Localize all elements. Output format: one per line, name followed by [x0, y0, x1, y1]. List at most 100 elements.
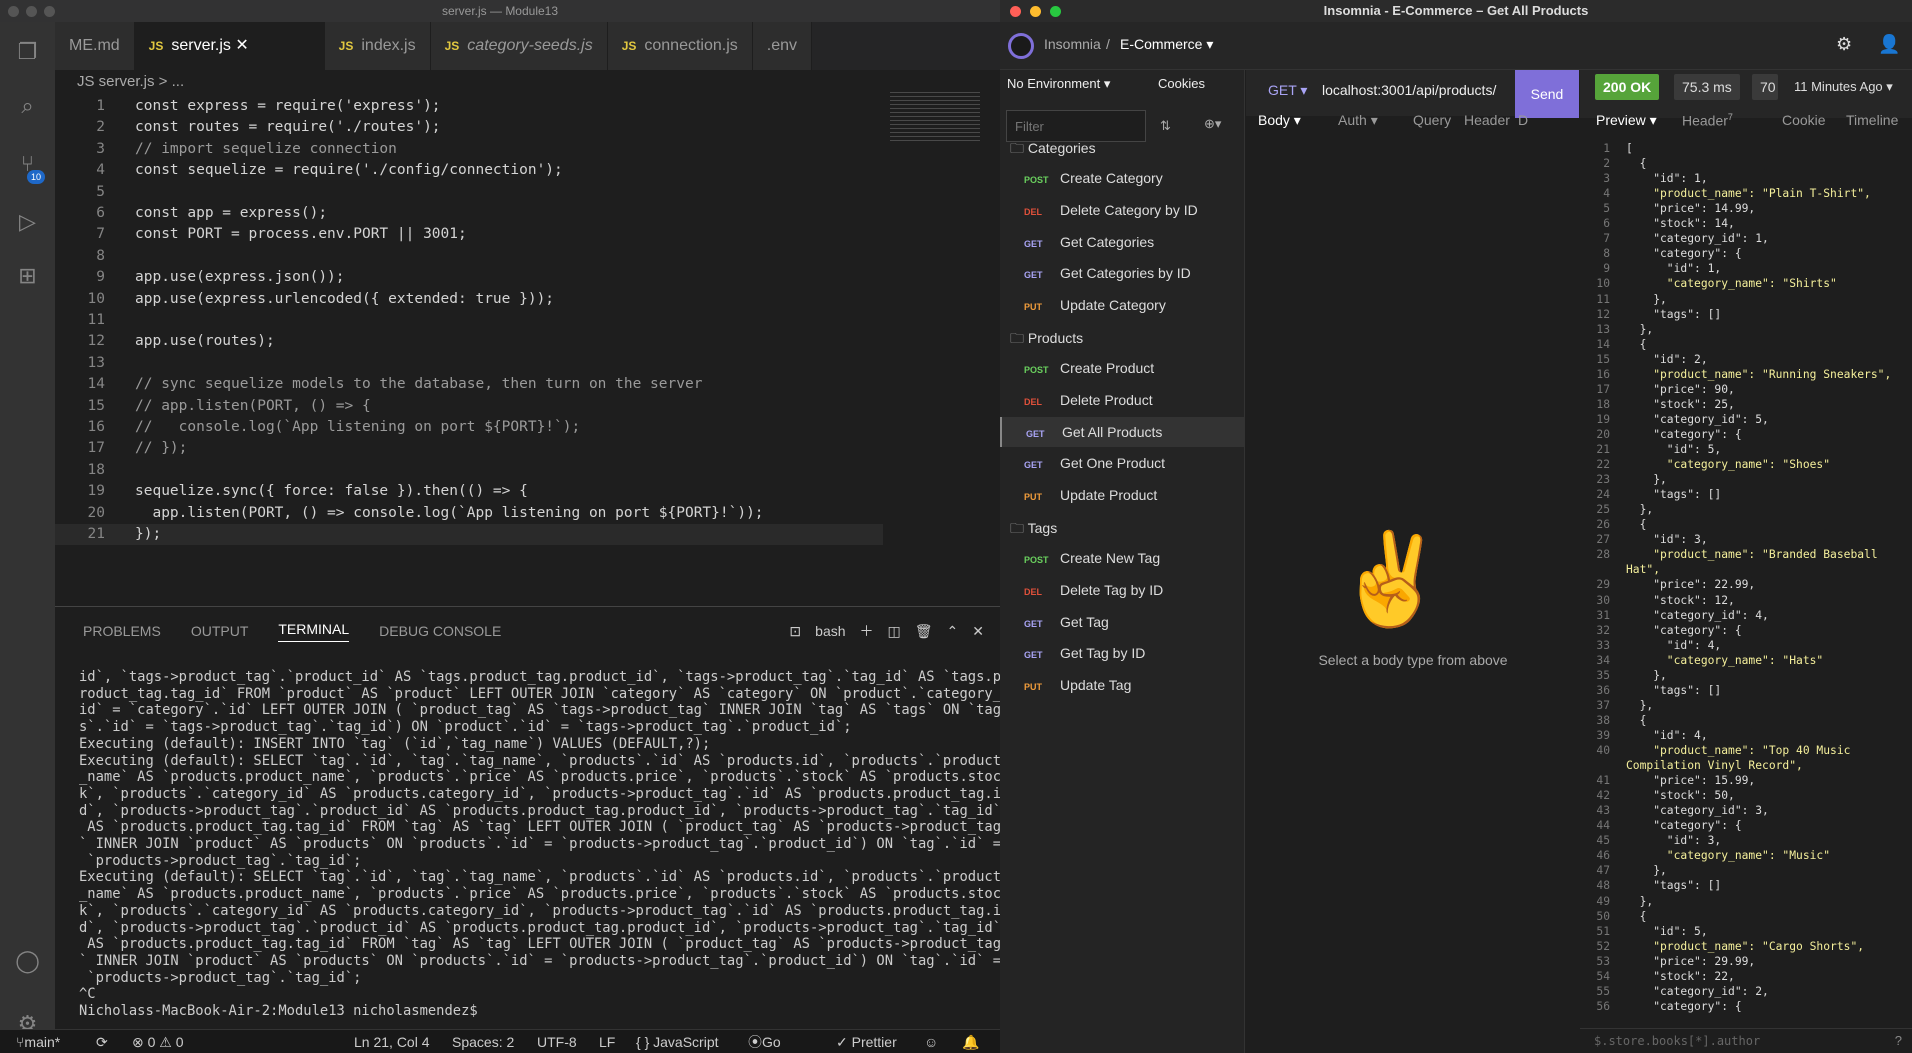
account-icon[interactable]: 👤 — [1878, 34, 1900, 55]
editor-tab[interactable]: JS connection.js — [607, 22, 753, 70]
close-tab-icon[interactable]: ✕ — [231, 37, 248, 54]
close-window-button[interactable] — [8, 6, 19, 17]
code-line[interactable]: 15 // app.listen(PORT, () => { — [55, 396, 883, 417]
code-line[interactable]: 20 app.listen(PORT, () => console.log(`A… — [55, 503, 883, 524]
folder-item[interactable]: 🗀 Tags — [1010, 518, 1057, 542]
panel-tab[interactable]: PROBLEMS — [83, 623, 161, 639]
request-item[interactable]: POST Create Category — [1000, 163, 1245, 193]
maximize-window-button[interactable] — [44, 6, 55, 17]
panel-tab[interactable]: OUTPUT — [191, 623, 249, 639]
request-item[interactable]: DEL Delete Category by ID — [1000, 195, 1245, 225]
code-editor[interactable]: 1 const express = require('express'); 2 con… — [55, 96, 1000, 604]
response-tab[interactable]: Timeline — [1846, 112, 1898, 128]
maximize-panel-icon[interactable]: ⌃ — [947, 623, 959, 640]
close-panel-icon[interactable]: ✕ — [972, 623, 984, 640]
language-mode[interactable]: { } JavaScript — [636, 1030, 719, 1053]
history-dropdown[interactable]: 11 Minutes Ago ▾ — [1794, 79, 1893, 95]
minimize-window-button[interactable] — [26, 6, 37, 17]
account-icon[interactable]: ◯ — [0, 937, 55, 985]
editor-tab[interactable]: JS index.js — [324, 22, 431, 70]
explorer-icon[interactable]: ❐ — [0, 28, 55, 76]
prettier-status[interactable]: ✓ Prettier — [836, 1030, 897, 1053]
code-line[interactable]: 11 — [55, 310, 883, 331]
settings-gear-icon[interactable]: ⚙ — [1836, 34, 1852, 55]
trash-icon[interactable]: 🗑 — [915, 623, 933, 640]
response-tab[interactable]: Preview ▾ — [1596, 112, 1657, 129]
code-line[interactable]: 8 — [55, 246, 883, 267]
request-item[interactable]: GET Get All Products — [1000, 416, 1245, 447]
code-line[interactable]: 21}); — [55, 524, 883, 546]
response-tab[interactable]: Header7 — [1682, 112, 1733, 129]
sort-icon[interactable]: ⇅ — [1160, 118, 1171, 134]
code-line[interactable]: 16 // console.log(`App listening on port … — [55, 417, 883, 438]
request-item[interactable]: GET Get Tag — [1000, 607, 1245, 637]
encoding[interactable]: UTF-8 — [537, 1030, 577, 1053]
cursor-position[interactable]: Ln 21, Col 4 — [354, 1030, 430, 1053]
request-item[interactable]: PUT Update Category — [1000, 290, 1245, 320]
code-line[interactable]: 2 const routes = require('./routes'); — [55, 117, 883, 138]
code-line[interactable]: 10 app.use(express.urlencoded({ extended:… — [55, 289, 883, 310]
code-line[interactable]: 17 // }); — [55, 438, 883, 459]
panel-tab[interactable]: TERMINAL — [278, 621, 350, 642]
request-tab[interactable]: Auth ▾ — [1338, 112, 1378, 129]
code-line[interactable]: 6 const app = express(); — [55, 203, 883, 224]
request-item[interactable]: POST Create Product — [1000, 353, 1245, 383]
add-request-icon[interactable]: ⊕▾ — [1204, 116, 1221, 132]
editor-tab[interactable]: .env — [752, 22, 813, 70]
code-line[interactable]: 19 sequelize.sync({ force: false }).then(… — [55, 481, 883, 502]
request-item[interactable]: DEL Delete Product — [1000, 385, 1245, 415]
extensions-icon[interactable]: ⊞ — [0, 252, 55, 300]
request-tab[interactable]: Header — [1464, 112, 1510, 128]
response-filter-input[interactable]: $.store.books[*].author — [1594, 1034, 1760, 1048]
response-tab[interactable]: Cookie — [1782, 112, 1826, 128]
url-input[interactable]: localhost:3001/api/products/ — [1322, 82, 1496, 98]
code-line[interactable]: 9 app.use(express.json()); — [55, 267, 883, 288]
panel-tab[interactable]: DEBUG CONSOLE — [379, 623, 501, 639]
line-ending[interactable]: LF — [599, 1030, 615, 1053]
request-item[interactable]: GET Get One Product — [1000, 448, 1245, 478]
request-item[interactable]: PUT Update Product — [1000, 480, 1245, 510]
request-item[interactable]: GET Get Categories — [1000, 227, 1245, 257]
terminal-output[interactable]: id`, `tags->product_tag`.`product_id` AS… — [79, 669, 1001, 1020]
problems-count[interactable]: ⊗ 0 ⚠ 0 — [132, 1030, 184, 1053]
environment-selector[interactable]: No Environment ▾ — [1007, 76, 1110, 92]
notifications-icon[interactable]: 🔔 — [962, 1030, 979, 1053]
folder-item[interactable]: 🗀 Products — [1010, 328, 1083, 352]
request-item[interactable]: PUT Update Tag — [1000, 670, 1245, 700]
shell-name[interactable]: bash — [815, 623, 845, 639]
search-icon[interactable]: ⌕ — [0, 82, 55, 130]
close-window-button[interactable] — [1010, 6, 1021, 17]
request-item[interactable]: GET Get Tag by ID — [1000, 638, 1245, 668]
breadcrumb[interactable]: JS server.js > ... — [55, 70, 184, 94]
code-line[interactable]: 12 app.use(routes); — [55, 331, 883, 352]
code-line[interactable]: 4 const sequelize = require('./config/con… — [55, 160, 883, 181]
response-preview[interactable]: 1[2 {3 "id": 1, 4 "product_name": "Plain … — [1580, 141, 1912, 1031]
request-item[interactable]: GET Get Categories by ID — [1000, 258, 1245, 288]
request-item[interactable]: DEL Delete Tag by ID — [1000, 575, 1245, 605]
help-icon[interactable]: ? — [1895, 1033, 1902, 1048]
code-line[interactable]: 14 // sync sequelize models to the databa… — [55, 374, 883, 395]
new-terminal-button[interactable]: ＋ — [860, 621, 874, 641]
editor-tab[interactable]: JS server.js ✕ — [134, 22, 325, 70]
code-line[interactable]: 3 // import sequelize connection — [55, 139, 883, 160]
go-live-button[interactable]: ⦿ Go Live — [748, 1030, 781, 1053]
workspace-selector[interactable]: E-Commerce ▾ — [1120, 36, 1213, 53]
request-tab[interactable]: Query — [1413, 112, 1451, 128]
source-control-icon[interactable]: ⑂ 10 — [0, 140, 55, 188]
request-item[interactable]: POST Create New Tag — [1000, 543, 1245, 573]
code-line[interactable]: 7 const PORT = process.env.PORT || 3001; — [55, 224, 883, 245]
method-selector[interactable]: GET ▾ — [1268, 82, 1307, 99]
request-tab[interactable]: Body ▾ — [1258, 112, 1301, 129]
code-line[interactable]: 18 — [55, 460, 883, 481]
cookies-button[interactable]: Cookies — [1158, 76, 1205, 91]
code-line[interactable]: 13 — [55, 353, 883, 374]
split-terminal-icon[interactable]: ◫ — [888, 623, 901, 640]
sync-icon[interactable]: ⟳ — [96, 1030, 108, 1053]
maximize-window-button[interactable] — [1050, 6, 1061, 17]
breadcrumb-root[interactable]: Insomnia — [1044, 36, 1101, 52]
feedback-icon[interactable]: ☺ — [924, 1030, 938, 1053]
code-line[interactable]: 5 — [55, 182, 883, 203]
git-branch[interactable]: ⑂ main* — [16, 1030, 60, 1053]
indentation[interactable]: Spaces: 2 — [452, 1030, 514, 1053]
code-line[interactable]: 1 const express = require('express'); — [55, 96, 883, 117]
